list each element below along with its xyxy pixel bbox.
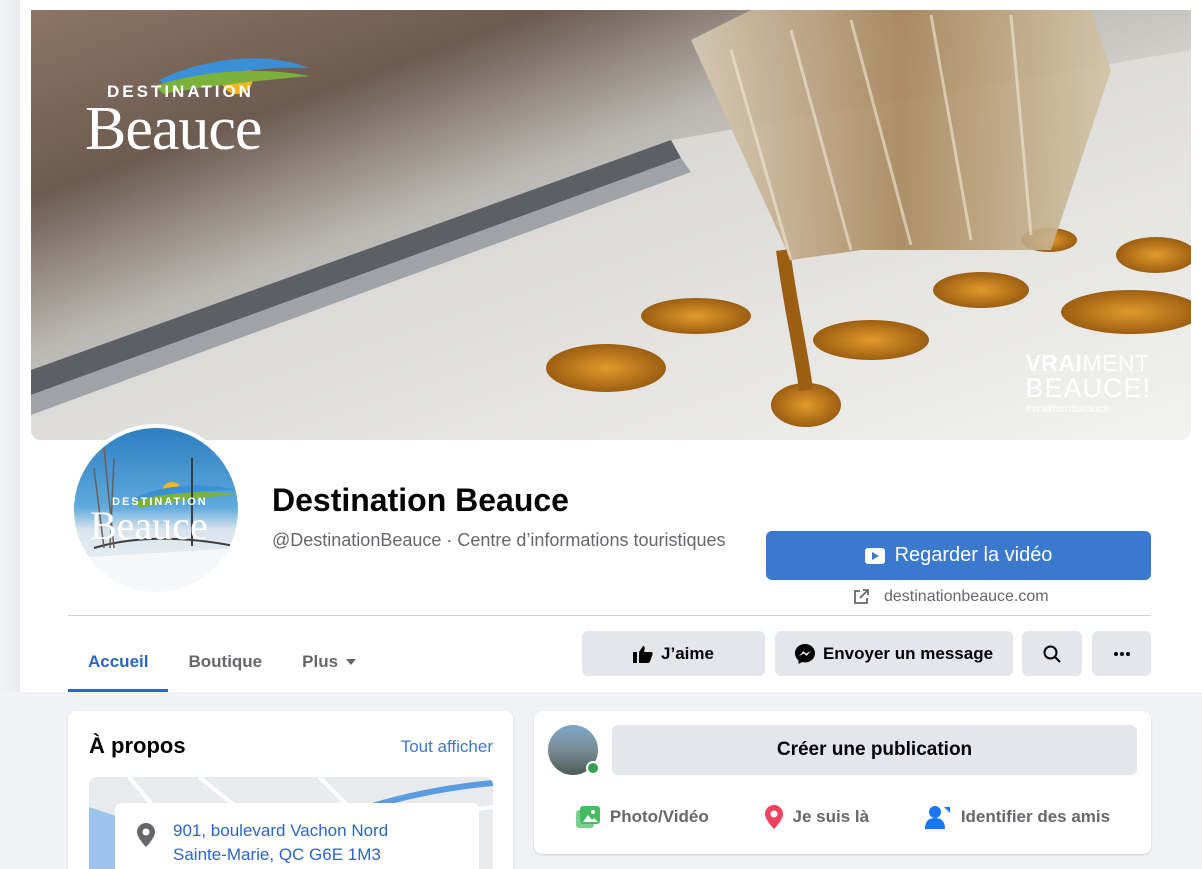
tag-friends-button[interactable]: Identifier des amis: [924, 797, 1111, 837]
address-line1: 901, boulevard Vachon Nord: [173, 821, 389, 840]
watch-video-button[interactable]: Regarder la vidéo: [766, 531, 1151, 580]
about-card: À propos Tout afficher 901, boulevard Va…: [68, 711, 513, 869]
location-map[interactable]: 901, boulevard Vachon Nord Sainte-Marie,…: [89, 777, 493, 869]
more-dots-icon: [1113, 651, 1130, 656]
profile-avatar-image: DESTINATION Beauce: [74, 428, 238, 592]
cover-logo-main: Beauce: [85, 95, 262, 163]
caret-down-icon: [346, 659, 357, 665]
check-in-button[interactable]: Je suis là: [764, 797, 870, 837]
website-link[interactable]: destinationbeauce.com: [852, 588, 1049, 606]
tab-boutique[interactable]: Boutique: [168, 632, 282, 692]
cover-photo[interactable]: DESTINATION Beauce VRAIMENT BEAUCE! #vra…: [31, 10, 1191, 440]
location-pin-icon: [764, 805, 783, 829]
cover-slogan: VRAIMENT BEAUCE! #vraimentbeauce: [1025, 350, 1151, 415]
like-button[interactable]: J’aime: [582, 631, 765, 676]
slogan-hashtag: #vraimentbeauce: [1025, 403, 1110, 415]
tab-plus[interactable]: Plus: [282, 632, 376, 692]
about-title: À propos: [89, 733, 186, 758]
messenger-icon: [794, 643, 815, 664]
photo-icon: [575, 806, 600, 828]
search-button[interactable]: [1022, 631, 1082, 676]
window-edge: [0, 0, 20, 692]
send-message-label: Envoyer un message: [822, 643, 994, 663]
search-icon: [1043, 645, 1061, 663]
check-in-label: Je suis là: [792, 807, 870, 826]
photo-video-label: Photo/Vidéo: [609, 807, 709, 826]
post-composer: Créer une publication Photo/Vidéo Je sui…: [534, 711, 1151, 854]
page-tabs: Accueil Boutique Plus: [68, 632, 376, 692]
header-divider: [68, 615, 1151, 616]
external-link-icon: [854, 589, 869, 604]
like-label: J’aime: [661, 643, 714, 663]
page-title: Destination Beauce: [272, 482, 569, 518]
profile-avatar[interactable]: DESTINATION Beauce: [70, 424, 242, 596]
tag-friends-label: Identifier des amis: [960, 807, 1111, 826]
page-handle-category: @DestinationBeauce · Centre d’informatio…: [272, 530, 726, 550]
address-line2: Sainte-Marie, QC G6E 1M3: [173, 845, 381, 864]
website-label: destinationbeauce.com: [884, 588, 1049, 605]
address-card: 901, boulevard Vachon Nord Sainte-Marie,…: [115, 803, 479, 869]
avatar-logo-main: Beauce: [90, 503, 208, 548]
tab-accueil[interactable]: Accueil: [68, 632, 169, 692]
send-message-button[interactable]: Envoyer un message: [775, 631, 1013, 676]
create-post-button[interactable]: Créer une publication: [612, 725, 1137, 775]
more-options-button[interactable]: [1092, 631, 1151, 676]
thumbs-up-icon: [633, 645, 653, 663]
tab-label: Boutique: [188, 652, 263, 671]
tag-people-icon: [924, 806, 950, 829]
watch-video-label: Regarder la vidéo: [894, 544, 1053, 566]
composer-actions: Photo/Vidéo Je suis là Identifier des am…: [548, 797, 1138, 837]
location-pin-icon: [137, 823, 155, 847]
see-all-link[interactable]: Tout afficher: [401, 737, 493, 757]
photo-video-button[interactable]: Photo/Vidéo: [575, 797, 709, 837]
tab-label: Accueil: [88, 652, 149, 671]
address-text[interactable]: 901, boulevard Vachon Nord Sainte-Marie,…: [173, 819, 388, 867]
tab-label: Plus: [302, 652, 339, 671]
slogan-line2: BEAUCE!: [1025, 373, 1151, 403]
cover-logo: DESTINATION Beauce: [59, 38, 309, 163]
online-status-indicator: [586, 761, 600, 775]
play-icon: [864, 547, 885, 564]
